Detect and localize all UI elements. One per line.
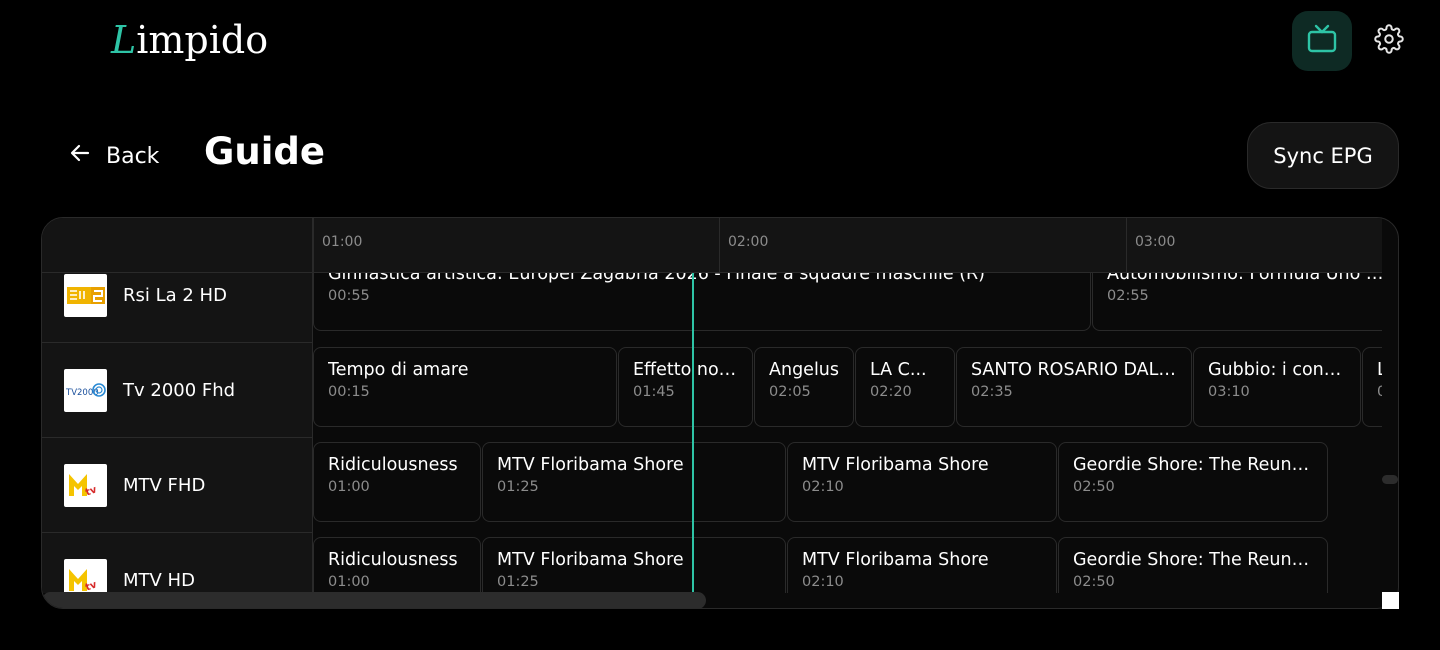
- program-title: MTV Floribama Shore: [802, 550, 989, 570]
- program-start-time: 02:20: [870, 384, 912, 400]
- program-start-time: 0: [1377, 384, 1382, 400]
- time-tick: 03:00: [1126, 218, 1175, 272]
- tv-icon: [1306, 24, 1338, 58]
- program-start-time: 00:15: [328, 384, 370, 400]
- program-title: Geordie Shore: The Reunion: [1073, 550, 1313, 570]
- program-cell[interactable]: MTV Floribama Shore 02:10: [787, 442, 1057, 522]
- settings-button[interactable]: [1368, 20, 1410, 62]
- program-cell[interactable]: Gubbio: i confini 03:10: [1193, 347, 1361, 427]
- back-label: Back: [106, 143, 160, 169]
- program-title: Ridiculousness: [328, 550, 458, 570]
- program-start-time: 01:45: [633, 384, 675, 400]
- program-cell[interactable]: LA C... 02:20: [855, 347, 955, 427]
- program-start-time: 02:10: [802, 479, 844, 495]
- program-title: Gubbio: i confini: [1208, 360, 1346, 380]
- channel-row-mtv-fhd[interactable]: tv MTV FHD: [42, 438, 312, 533]
- program-start-time: 02:05: [769, 384, 811, 400]
- channel-logo-tv2000: TV2000: [64, 368, 107, 412]
- program-cell[interactable]: Effetto notte 01:45: [618, 347, 753, 427]
- channel-list: Rsi La 2 HD TV2000 Tv 2000 Fhd tv MTV FH…: [42, 273, 313, 593]
- logo-text: impido: [136, 18, 269, 62]
- program-cell[interactable]: MTV Floribama Shore 01:25: [482, 442, 786, 522]
- program-cell[interactable]: Ridiculousness 01:00: [313, 442, 481, 522]
- program-cell[interactable]: Angelus 02:05: [754, 347, 854, 427]
- program-cell[interactable]: SANTO ROSARIO DAL SANTUARIO 02:35: [956, 347, 1192, 427]
- program-start-time: 01:00: [328, 479, 370, 495]
- program-cell[interactable]: MTV Floribama Shore 02:10: [787, 537, 1057, 593]
- program-cell[interactable]: MTV Floribama Shore 01:25: [482, 537, 786, 593]
- program-title: LA C...: [870, 360, 927, 380]
- program-start-time: 02:50: [1073, 574, 1115, 590]
- channel-row-mtv-hd[interactable]: tv MTV HD: [42, 533, 312, 593]
- program-title: MTV Floribama Shore: [802, 455, 989, 475]
- program-title: MTV Floribama Shore: [497, 550, 684, 570]
- logo-initial: L: [111, 18, 137, 62]
- program-cell[interactable]: Geordie Shore: The Reunion 02:50: [1058, 537, 1328, 593]
- program-cell[interactable]: L 0: [1362, 347, 1382, 427]
- program-cell[interactable]: Ginnastica artistica: Europei Zagabria 2…: [313, 273, 1091, 331]
- program-start-time: 00:55: [328, 288, 370, 304]
- program-title: Tempo di amare: [328, 360, 469, 380]
- program-title: Ridiculousness: [328, 455, 458, 475]
- current-time-indicator: [692, 273, 694, 593]
- program-title: SANTO ROSARIO DAL SANTUARIO: [971, 360, 1177, 380]
- program-start-time: 01:25: [497, 479, 539, 495]
- channel-logo-mtv: tv: [64, 463, 107, 507]
- vertical-scrollbar[interactable]: [1382, 475, 1398, 484]
- app-logo: Limpido: [111, 18, 268, 62]
- program-title: MTV Floribama Shore: [497, 455, 684, 475]
- program-cell[interactable]: Automobilismo: Formula Uno 2026 02:55: [1092, 273, 1382, 331]
- time-tick: 02:00: [719, 218, 768, 272]
- channel-logo-mtv: tv: [64, 558, 107, 593]
- epg-guide-grid[interactable]: 01:00 02:00 03:00 Rsi La 2 HD TV2000 Tv …: [41, 217, 1399, 609]
- time-tick: 01:00: [313, 218, 362, 272]
- program-start-time: 02:10: [802, 574, 844, 590]
- program-start-time: 03:10: [1208, 384, 1250, 400]
- channel-row-rsi-la-2-hd[interactable]: Rsi La 2 HD: [42, 273, 312, 343]
- channel-logo-rsi: [64, 273, 107, 317]
- program-title: Geordie Shore: The Reunion: [1073, 455, 1313, 475]
- program-start-time: 02:35: [971, 384, 1013, 400]
- program-title: Automobilismo: Formula Uno 2026: [1107, 273, 1382, 284]
- program-title: Angelus: [769, 360, 839, 380]
- page-title: Guide: [204, 130, 325, 173]
- channel-row-tv-2000-fhd[interactable]: TV2000 Tv 2000 Fhd: [42, 343, 312, 438]
- grid-corner: [42, 218, 313, 273]
- channel-name: MTV HD: [123, 569, 195, 591]
- live-tv-button[interactable]: [1292, 11, 1352, 71]
- program-title: Ginnastica artistica: Europei Zagabria 2…: [328, 273, 986, 284]
- program-title: Effetto notte: [633, 360, 738, 380]
- timeline-header: 01:00 02:00 03:00: [313, 218, 1382, 273]
- program-grid: Ginnastica artistica: Europei Zagabria 2…: [313, 273, 1382, 593]
- program-cell[interactable]: Geordie Shore: The Reunion 02:50: [1058, 442, 1328, 522]
- program-title: L: [1377, 360, 1382, 380]
- program-start-time: 02:55: [1107, 288, 1149, 304]
- program-cell[interactable]: Ridiculousness 01:00: [313, 537, 481, 593]
- arrow-left-icon: [68, 141, 92, 171]
- channel-name: MTV FHD: [123, 474, 206, 496]
- scroll-corner: [1382, 592, 1399, 609]
- program-start-time: 01:00: [328, 574, 370, 590]
- program-start-time: 01:25: [497, 574, 539, 590]
- program-cell[interactable]: Tempo di amare 00:15: [313, 347, 617, 427]
- sync-epg-button[interactable]: Sync EPG: [1247, 122, 1399, 189]
- horizontal-scrollbar[interactable]: [42, 592, 706, 608]
- back-button[interactable]: Back: [68, 136, 159, 176]
- channel-name: Tv 2000 Fhd: [123, 379, 236, 401]
- program-start-time: 02:50: [1073, 479, 1115, 495]
- channel-name: Rsi La 2 HD: [123, 284, 227, 306]
- gear-icon: [1374, 24, 1404, 58]
